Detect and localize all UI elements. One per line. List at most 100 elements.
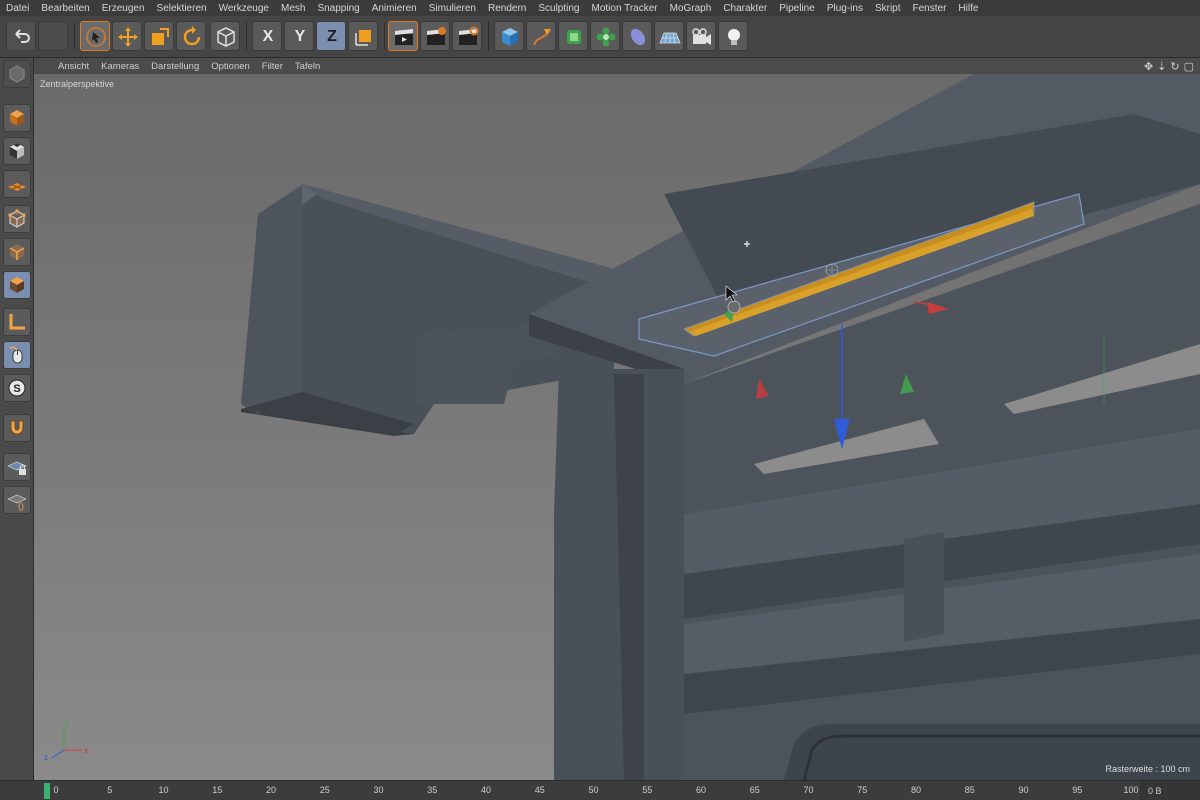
main-menu-bar: Datei Bearbeiten Erzeugen Selektieren Werkze… [0,0,1200,16]
viewport-menu-tafeln[interactable]: Tafeln [295,61,320,72]
3d-viewport[interactable]: y x z Zentralperspektive Rasterweite : 1… [34,74,1200,780]
y-axis-label: Y [294,28,306,45]
menu-item-sculpting[interactable]: Sculpting [538,3,579,14]
main-toolbar: X Y Z [0,16,1200,58]
viewport-menu-kameras[interactable]: Kameras [101,61,139,72]
workplane-lock-icon [7,461,27,475]
bar-joint [904,532,944,642]
add-light-button[interactable] [718,21,748,51]
grid-size-label: Rasterweite : 100 cm [1105,764,1190,774]
menu-item-bearbeiten[interactable]: Bearbeiten [41,3,89,14]
menu-item-skript[interactable]: Skript [875,3,901,14]
menu-item-animieren[interactable]: Animieren [372,3,417,14]
menu-item-mesh[interactable]: Mesh [281,3,305,14]
svg-text:y: y [65,719,69,728]
add-spline-button[interactable] [526,21,556,51]
timeline-tick-10: 10 [158,785,169,795]
axis-corner-icon [9,314,25,330]
timeline-bar[interactable]: 0 5 10 15 20 25 30 35 40 45 50 55 60 65 70 75 80 85 90 95 10… [0,780,1200,800]
mouse-tweak-icon [9,346,23,364]
timeline-tick-85: 85 [964,785,975,795]
menu-item-selektieren[interactable]: Selektieren [157,3,207,14]
magnet-button[interactable] [3,414,31,442]
viewport-menu-ansicht[interactable]: Ansicht [58,61,89,72]
redo-button[interactable] [38,21,68,51]
x-axis-lock-button[interactable]: X [252,21,282,51]
coordinate-system-icon [355,30,371,46]
workplane-align-button[interactable]: () [3,486,31,514]
scale-button[interactable] [144,21,174,51]
viewport-menu-optionen[interactable]: Optionen [211,61,250,72]
snap-s-icon: S [8,379,26,397]
add-deformer-button[interactable] [622,21,652,51]
menu-item-simulieren[interactable]: Simulieren [429,3,476,14]
menu-item-pipeline[interactable]: Pipeline [779,3,815,14]
coordinate-system-button[interactable] [348,21,378,51]
workplane-align-icon: () [7,494,27,511]
axis-mode-button[interactable] [3,308,31,336]
menu-item-motion-tracker[interactable]: Motion Tracker [591,3,657,14]
move-button[interactable] [112,21,142,51]
add-camera-button[interactable] [686,21,716,51]
timeline-ruler[interactable]: 0 5 10 15 20 25 30 35 40 45 50 55 60 65 70 75 80 85 90 95 10… [46,781,1138,800]
svg-text:S: S [13,383,20,395]
menu-item-mograph[interactable]: MoGraph [670,3,712,14]
rotate-view-icon[interactable]: ↻ [1170,60,1179,73]
rotate-button[interactable] [176,21,206,51]
edges-cube-icon [9,244,25,260]
live-selection-button[interactable] [80,21,110,51]
render-settings-button[interactable] [452,21,482,51]
menu-item-rendern[interactable]: Rendern [488,3,526,14]
add-floor-button[interactable] [654,21,684,51]
polygons-mode-button[interactable] [3,271,31,299]
add-array-button[interactable] [590,21,620,51]
menu-item-charakter[interactable]: Charakter [723,3,767,14]
menu-item-erzeugen[interactable]: Erzeugen [102,3,145,14]
recent-tool-button[interactable] [210,21,240,51]
maximize-view-icon[interactable]: ▢ [1184,60,1194,73]
workplane-mode-button[interactable] [3,170,31,198]
make-editable-icon [9,65,25,83]
camera-icon [692,28,711,45]
viewport-menu-darstellung[interactable]: Darstellung [151,61,199,72]
menu-item-fenster[interactable]: Fenster [913,3,947,14]
undo-icon [15,29,30,43]
timeline-tick-45: 45 [534,785,545,795]
x-axis-label: X [262,28,274,45]
make-editable-button[interactable] [3,60,31,88]
z-axis-lock-button[interactable]: Z [316,21,346,51]
edges-mode-button[interactable] [3,238,31,266]
light-bulb-icon [728,29,740,45]
menu-item-plug-ins[interactable]: Plug-ins [827,3,863,14]
menu-item-werkzeuge[interactable]: Werkzeuge [219,3,269,14]
texture-mode-button[interactable] [3,137,31,165]
y-axis-lock-button[interactable]: Y [284,21,314,51]
points-mode-button[interactable] [3,205,31,233]
workplane-grid-icon [8,183,26,191]
z-axis-label: Z [327,28,337,45]
menu-item-snapping[interactable]: Snapping [317,3,359,14]
undo-button[interactable] [6,21,36,51]
tweak-mode-button[interactable] [3,341,31,369]
add-cube-button[interactable] [494,21,524,51]
frame-end-field[interactable]: 0 B [1140,781,1200,800]
viewport-menu-filter[interactable]: Filter [262,61,283,72]
add-generator-button[interactable] [558,21,588,51]
cube-primitive-icon [502,28,518,46]
model-mode-button[interactable] [3,104,31,132]
menu-item-hilfe[interactable]: Hilfe [958,3,978,14]
timeline-tick-20: 20 [265,785,277,795]
menu-item-datei[interactable]: Datei [6,3,29,14]
snapping-button[interactable]: S [3,374,31,402]
perspective-label: Zentralperspektive [40,79,115,89]
array-flower-icon [596,27,616,47]
timeline-tick-80: 80 [910,785,922,795]
timeline-tick-65: 65 [749,785,760,795]
model-cube-icon [10,110,24,126]
timeline-tick-25: 25 [319,785,330,795]
render-picture-viewer-button[interactable] [420,21,450,51]
workplane-lock-button[interactable] [3,453,31,481]
render-view-button[interactable] [388,21,418,51]
move-view-icon[interactable]: ✥ [1144,60,1153,73]
zoom-view-icon[interactable]: ⇣ [1157,60,1166,73]
